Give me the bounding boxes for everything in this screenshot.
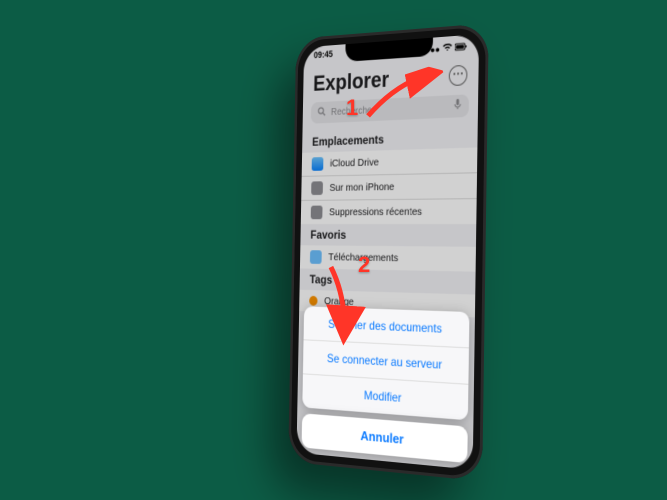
battery-icon [455,42,468,53]
annotation-2: 2 [358,252,370,278]
trash-icon [311,206,323,220]
action-cancel[interactable]: Annuler [302,413,468,463]
mic-icon[interactable] [454,99,462,114]
location-trash[interactable]: Suppressions récentes [301,198,477,224]
tag-dot-icon [309,296,317,306]
location-on-device[interactable]: Sur mon iPhone [301,172,477,200]
favorite-downloads[interactable]: Téléchargements [300,245,476,271]
folder-icon [310,250,322,264]
search-input[interactable]: Rechercher [311,94,469,123]
locations-header[interactable]: Emplacements [302,125,478,153]
annotation-1: 1 [346,95,358,121]
location-icloud[interactable]: iCloud Drive [302,147,478,175]
stage: 09:45 ●●● Explorer ⋯ [0,0,667,500]
action-edit[interactable]: Modifier [302,373,468,420]
page-title: Explorer [313,67,389,97]
action-sheet: Scanner des documents Se connecter au se… [296,306,475,470]
search-icon [318,106,327,119]
iphone-icon [311,181,323,195]
favorites-header[interactable]: Favoris [300,224,476,247]
phone-mockup: 09:45 ●●● Explorer ⋯ [288,23,489,481]
signal-icon: ●●● [425,44,440,55]
status-time: 09:45 [314,49,333,66]
screen: 09:45 ●●● Explorer ⋯ [296,34,479,470]
more-menu-button[interactable]: ⋯ [449,65,468,87]
wifi-icon [443,43,452,54]
cloud-icon [312,157,324,171]
